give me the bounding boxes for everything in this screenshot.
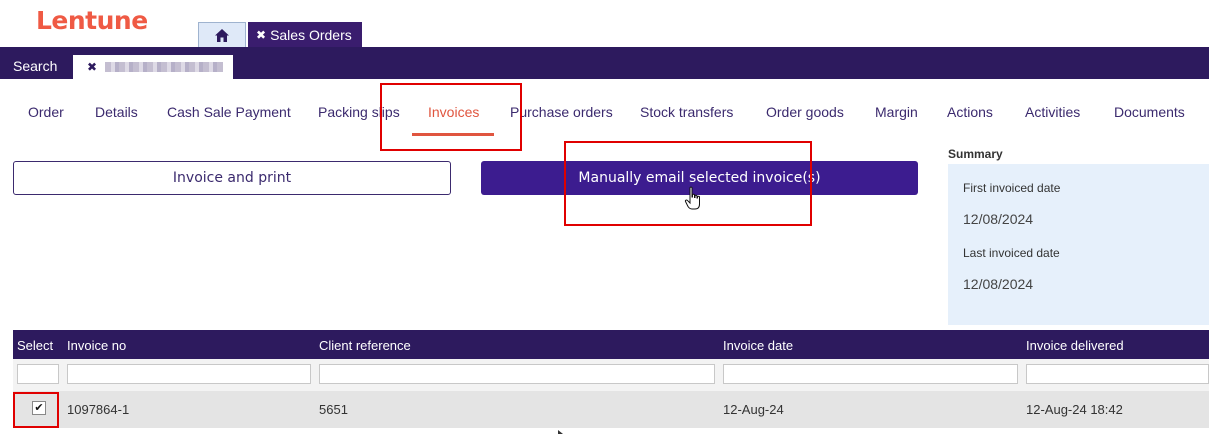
close-icon[interactable]: ✖ — [87, 60, 97, 74]
last-invoiced-value: 12/08/2024 — [963, 276, 1034, 292]
header-invoice-date[interactable]: Invoice date — [723, 338, 793, 353]
subtab-bar: Order Details Cash Sale Payment Packing … — [0, 104, 1209, 124]
highlight-email-button — [564, 141, 812, 226]
filter-row — [13, 359, 1209, 391]
home-icon — [215, 28, 229, 42]
tab-actions[interactable]: Actions — [947, 104, 993, 120]
invoice-delivered-filter-input[interactable] — [1026, 364, 1209, 384]
highlight-invoices-tab — [380, 83, 522, 151]
search-link[interactable]: Search — [13, 58, 57, 74]
invoice-date-filter-input[interactable] — [723, 364, 1018, 384]
sales-orders-tab-label: Sales Orders — [270, 26, 352, 43]
select-filter-input[interactable] — [17, 364, 59, 384]
tab-purchase-orders[interactable]: Purchase orders — [510, 104, 613, 120]
summary-title: Summary — [948, 147, 1003, 161]
highlight-row-checkbox — [13, 392, 59, 428]
invoice-no-filter-input[interactable] — [67, 364, 311, 384]
redacted-record-name — [105, 62, 224, 72]
tab-details[interactable]: Details — [95, 104, 138, 120]
cell-client-reference: 5651 — [319, 402, 348, 417]
close-icon[interactable]: ✖ — [256, 28, 266, 42]
invoice-and-print-button[interactable]: Invoice and print — [13, 161, 451, 195]
tab-documents[interactable]: Documents — [1114, 104, 1185, 120]
client-reference-filter-input[interactable] — [319, 364, 715, 384]
header-invoice-delivered[interactable]: Invoice delivered — [1026, 338, 1124, 353]
home-tab[interactable] — [198, 22, 246, 47]
tab-margin[interactable]: Margin — [875, 104, 918, 120]
sales-orders-tab[interactable]: ✖ Sales Orders — [248, 22, 362, 47]
cell-invoice-no: 1097864-1 — [67, 402, 130, 417]
header-select[interactable]: Select — [17, 338, 53, 353]
pointer-cursor-icon — [558, 430, 563, 434]
first-invoiced-label: First invoiced date — [963, 181, 1061, 195]
tab-cash-sale-payment[interactable]: Cash Sale Payment — [167, 104, 291, 120]
tab-activities[interactable]: Activities — [1025, 104, 1080, 120]
summary-panel: First invoiced date 12/08/2024 Last invo… — [948, 164, 1209, 325]
tab-order[interactable]: Order — [28, 104, 64, 120]
record-tab[interactable]: ✖ — [73, 55, 233, 79]
header-client-reference[interactable]: Client reference — [319, 338, 411, 353]
lentune-logo[interactable]: Lentune — [36, 6, 148, 35]
first-invoiced-value: 12/08/2024 — [963, 211, 1034, 227]
table-row[interactable]: ✔ 1097864-1 5651 12-Aug-24 12-Aug-24 18:… — [13, 391, 1209, 428]
tab-stock-transfers[interactable]: Stock transfers — [640, 104, 733, 120]
tab-order-goods[interactable]: Order goods — [766, 104, 844, 120]
cell-invoice-delivered: 12-Aug-24 18:42 — [1026, 402, 1123, 417]
header-invoice-no[interactable]: Invoice no — [67, 338, 126, 353]
table-header: Select Invoice no Client reference Invoi… — [13, 330, 1209, 359]
last-invoiced-label: Last invoiced date — [963, 246, 1060, 260]
cell-invoice-date: 12-Aug-24 — [723, 402, 784, 417]
